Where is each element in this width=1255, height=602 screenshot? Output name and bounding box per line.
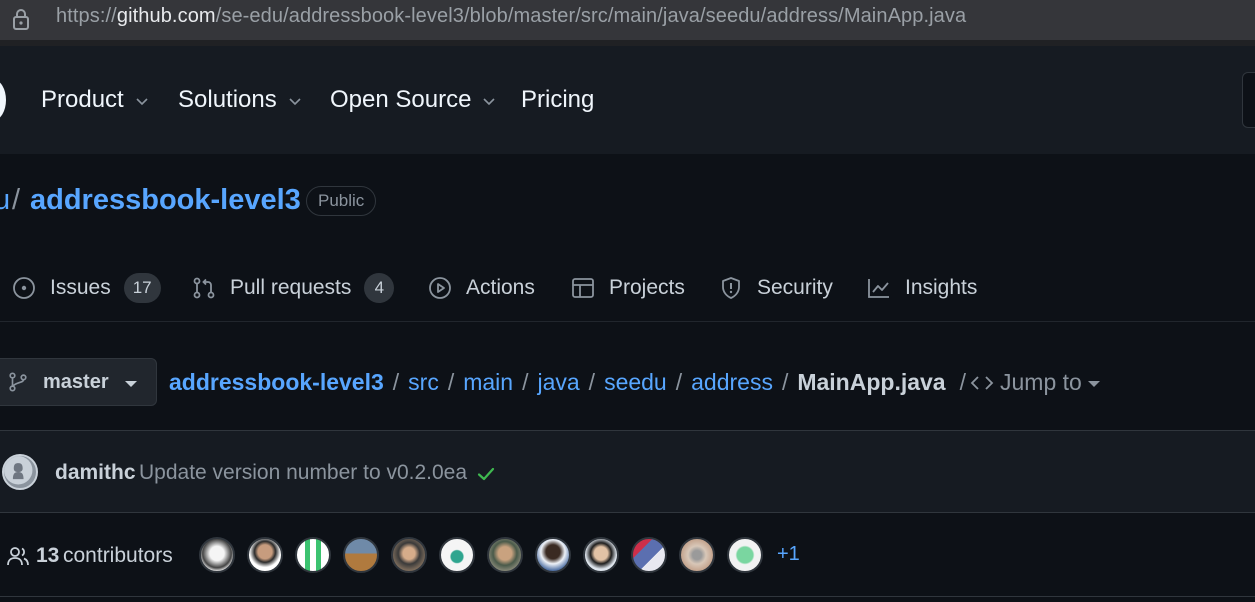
contributor-avatar[interactable] xyxy=(439,537,475,573)
contributor-avatar[interactable] xyxy=(727,537,763,573)
contributor-avatar[interactable] xyxy=(679,537,715,573)
tabs-divider xyxy=(0,321,1255,322)
breadcrumb-main-link[interactable]: main xyxy=(463,369,513,396)
graph-icon xyxy=(868,279,889,298)
breadcrumb-separator: / xyxy=(959,369,966,395)
tab-issues-label: Issues xyxy=(50,276,111,299)
contributor-avatar[interactable] xyxy=(487,537,523,573)
breadcrumb-seedu-link[interactable]: seedu xyxy=(604,369,667,396)
url-text[interactable]: https://github.com/se-edu/addressbook-le… xyxy=(56,5,966,28)
pull-requests-count-badge: 4 xyxy=(364,273,395,303)
chevron-down-icon xyxy=(136,98,148,106)
breadcrumb-separator: / xyxy=(392,369,400,395)
breadcrumb-address-link[interactable]: address xyxy=(691,369,773,396)
jump-to-menu[interactable]: Jump to xyxy=(970,369,1100,396)
header-search-box[interactable] xyxy=(1242,72,1255,128)
people-icon xyxy=(7,547,29,566)
nav-pricing[interactable]: Pricing xyxy=(521,86,594,114)
nav-pricing-label: Pricing xyxy=(521,86,595,113)
breadcrumb: addressbook-level3 / src / main / java /… xyxy=(169,369,1100,396)
play-icon xyxy=(429,277,451,299)
commit-author-link[interactable]: damithc xyxy=(55,461,136,485)
contributors-label[interactable]: contributors xyxy=(63,544,173,568)
caret-down-icon xyxy=(124,381,137,387)
issues-count-badge: 17 xyxy=(123,273,161,303)
url-prefix: https:// xyxy=(56,5,117,27)
jump-to-label: Jump to xyxy=(1000,369,1082,395)
contributors-count[interactable]: 13 xyxy=(36,544,59,568)
tab-security-label: Security xyxy=(757,276,833,299)
visibility-badge: Public xyxy=(306,186,377,216)
code-icon xyxy=(970,375,994,390)
breadcrumb-separator: / xyxy=(675,369,683,395)
check-icon[interactable] xyxy=(476,464,496,484)
breadcrumb-src-link[interactable]: src xyxy=(408,369,439,396)
caret-down-icon xyxy=(1087,381,1100,387)
browser-url-bar[interactable]: https://github.com/se-edu/addressbook-le… xyxy=(0,0,1255,40)
breadcrumb-separator: / xyxy=(447,369,455,395)
chevron-down-icon xyxy=(289,98,301,106)
avatar[interactable] xyxy=(2,454,38,490)
nav-solutions-label: Solutions xyxy=(178,86,277,113)
contributor-avatar[interactable] xyxy=(391,537,427,573)
branch-selector-button[interactable]: master xyxy=(0,358,157,406)
repo-owner-link[interactable]: u xyxy=(0,184,10,217)
url-host: github.com xyxy=(116,5,216,27)
breadcrumb-file-name: MainApp.java xyxy=(797,369,946,395)
tab-security[interactable]: Security xyxy=(719,270,833,306)
table-icon xyxy=(572,278,594,298)
contributor-avatar[interactable] xyxy=(199,537,235,573)
tab-issues[interactable]: Issues 17 xyxy=(12,270,161,306)
commit-message-link[interactable]: Update version number to v0.2.0ea xyxy=(139,461,467,485)
contributor-avatar[interactable] xyxy=(631,537,667,573)
breadcrumb-separator: / xyxy=(522,369,529,395)
contributor-avatar[interactable] xyxy=(247,537,283,573)
contributor-avatar[interactable] xyxy=(583,537,619,573)
breadcrumb-java-link[interactable]: java xyxy=(537,369,579,396)
url-path: /se-edu/addressbook-level3/blob/master/s… xyxy=(215,5,967,27)
chevron-down-icon xyxy=(483,98,495,106)
tab-projects[interactable]: Projects xyxy=(571,270,685,306)
nav-open-source[interactable]: Open Source xyxy=(330,86,497,114)
repo-name-link[interactable]: addressbook-level3 xyxy=(30,184,301,217)
nav-open-source-label: Open Source xyxy=(330,86,472,113)
git-pull-request-icon xyxy=(193,277,215,299)
tab-projects-label: Projects xyxy=(609,276,685,299)
tab-pull-requests-label: Pull requests xyxy=(230,276,352,299)
shield-icon xyxy=(722,277,740,299)
breadcrumb-repo-link[interactable]: addressbook-level3 xyxy=(169,369,384,396)
contributor-avatar[interactable] xyxy=(343,537,379,573)
tab-actions-label: Actions xyxy=(466,276,535,299)
more-contributors-link[interactable]: +1 xyxy=(777,543,800,566)
breadcrumb-separator: / xyxy=(781,369,789,395)
branch-name: master xyxy=(43,370,109,393)
nav-product[interactable]: Product xyxy=(41,86,150,114)
git-branch-icon xyxy=(9,372,27,392)
section-divider xyxy=(0,596,1255,597)
contributor-avatar[interactable] xyxy=(535,537,571,573)
contributor-avatar[interactable] xyxy=(295,537,331,573)
github-octocat-icon xyxy=(4,456,33,485)
nav-product-label: Product xyxy=(41,86,124,113)
issue-opened-icon xyxy=(13,277,35,299)
tab-actions[interactable]: Actions xyxy=(428,270,535,306)
nav-solutions[interactable]: Solutions xyxy=(178,86,303,114)
tab-insights[interactable]: Insights xyxy=(867,270,977,306)
repo-path-separator: / xyxy=(12,184,21,216)
lock-icon xyxy=(13,9,29,30)
tab-insights-label: Insights xyxy=(905,276,978,299)
breadcrumb-separator: / xyxy=(588,369,596,395)
tab-pull-requests[interactable]: Pull requests 4 xyxy=(192,270,395,306)
